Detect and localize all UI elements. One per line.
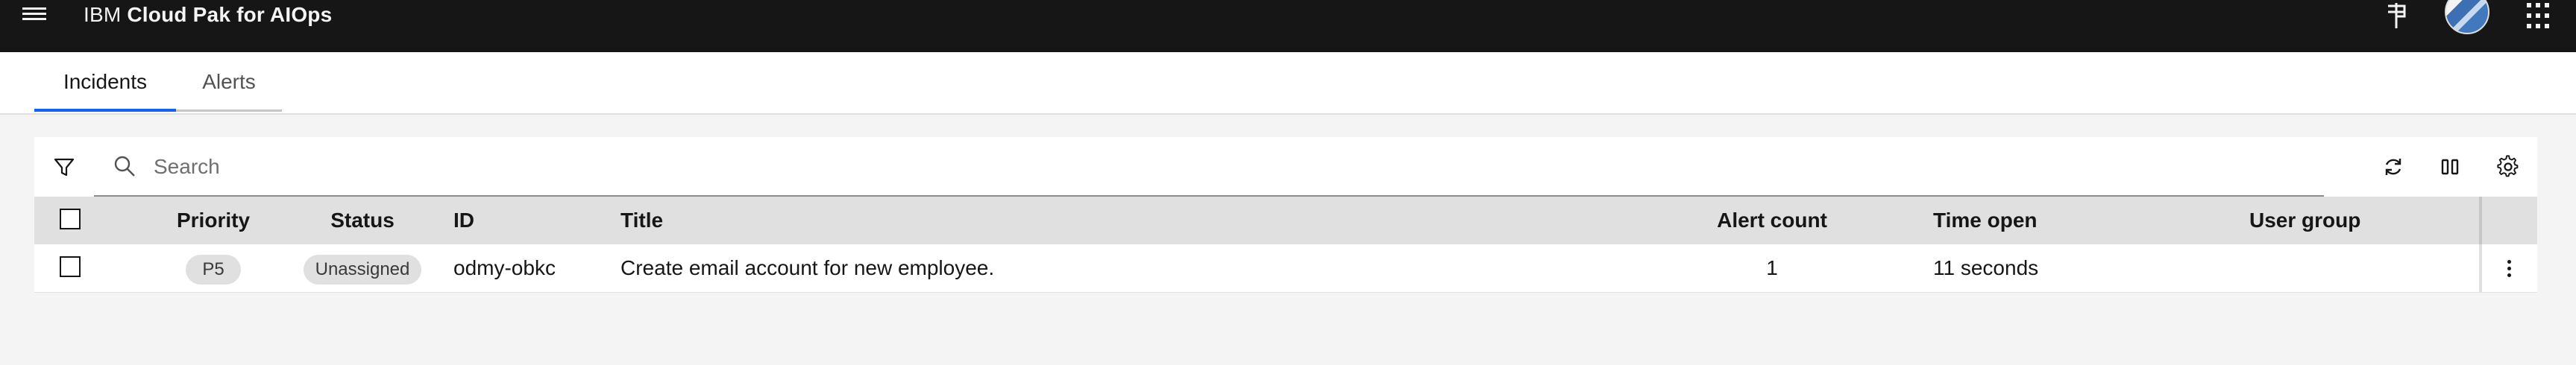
- filter-icon: [54, 158, 75, 177]
- settings-icon: [2497, 155, 2519, 177]
- incident-title[interactable]: Create email account for new employee.: [621, 244, 994, 292]
- priority-tag: P5: [186, 254, 241, 285]
- table-toolbar: [34, 137, 2537, 197]
- alert-count: 1: [1766, 256, 1778, 279]
- global-header: IBM Cloud Pak for AIOps: [0, 0, 2576, 52]
- column-divider: [2479, 197, 2482, 244]
- columns-icon: [2441, 159, 2459, 175]
- refresh-icon: [2385, 159, 2401, 175]
- search-bar: [94, 137, 2324, 197]
- column-header-id[interactable]: ID: [453, 197, 474, 244]
- search-input[interactable]: [152, 147, 2303, 186]
- app-switcher-icon[interactable]: [2527, 3, 2554, 30]
- tab-incidents[interactable]: Incidents: [34, 52, 176, 112]
- avatar[interactable]: [2445, 0, 2489, 34]
- row-overflow-menu-icon[interactable]: [2495, 255, 2522, 282]
- column-header-status[interactable]: Status: [295, 197, 430, 244]
- brand-prefix: IBM: [84, 3, 122, 26]
- product-name[interactable]: IBM Cloud Pak for AIOps: [84, 3, 332, 27]
- time-open: 11 seconds: [1933, 256, 2039, 279]
- row-checkbox[interactable]: [60, 256, 81, 277]
- refresh-button[interactable]: [2364, 137, 2422, 197]
- column-header-alert-count[interactable]: Alert count: [1705, 197, 1839, 244]
- columns-button[interactable]: [2421, 137, 2479, 197]
- tab-bar: Incidents Alerts: [0, 52, 2576, 115]
- table-header: Priority Status ID Title Alert count Tim…: [34, 197, 2537, 244]
- settings-button[interactable]: [2479, 137, 2537, 197]
- priority-cell: P5: [154, 244, 273, 292]
- incident-id: odmy-obkc: [453, 256, 556, 279]
- status-badge: Unassigned: [303, 254, 422, 285]
- search-icon: [114, 156, 135, 177]
- tab-alerts[interactable]: Alerts: [176, 52, 282, 112]
- column-header-title[interactable]: Title: [621, 197, 663, 244]
- status-cell: Unassigned: [295, 244, 430, 292]
- column-header-time-open[interactable]: Time open: [1933, 197, 2038, 244]
- column-header-user-group[interactable]: User group: [2249, 197, 2360, 244]
- pin-icon[interactable]: [2384, 0, 2410, 30]
- table-row[interactable]: P5 Unassigned odmy-obkc Create email acc…: [34, 244, 2537, 293]
- column-header-priority[interactable]: Priority: [154, 197, 273, 244]
- column-divider: [2479, 244, 2482, 292]
- select-all-checkbox[interactable]: [60, 209, 81, 229]
- menu-icon[interactable]: [22, 4, 46, 24]
- brand-name: Cloud Pak for AIOps: [127, 3, 333, 26]
- filter-button[interactable]: [34, 137, 94, 197]
